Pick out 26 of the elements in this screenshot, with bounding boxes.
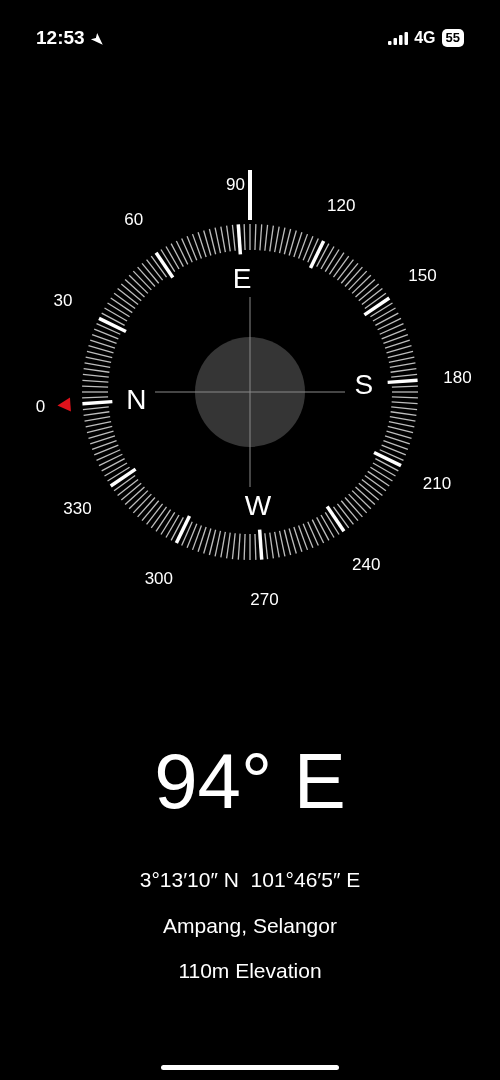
heading-indicator xyxy=(248,170,252,220)
heading-reading: 94° E xyxy=(154,736,346,826)
cardinal-letter: W xyxy=(244,490,272,522)
degree-label: 210 xyxy=(422,473,452,493)
cardinal-letter: E xyxy=(232,262,252,294)
degree-label: 0 xyxy=(35,397,46,417)
degree-label: 270 xyxy=(250,590,279,609)
degree-label: 90 xyxy=(226,175,245,194)
network-type: 4G xyxy=(414,28,436,48)
signal-icon xyxy=(388,31,409,45)
degree-label: 60 xyxy=(124,210,144,230)
degree-label: 180 xyxy=(443,368,472,387)
status-time: 12:53 xyxy=(36,25,85,50)
degree-label: 120 xyxy=(327,195,356,215)
cardinal-letter: N xyxy=(126,384,147,416)
place-name: Ampang, Selangor xyxy=(163,912,337,939)
cardinal-letter: S xyxy=(354,368,374,400)
battery-icon: 55 xyxy=(441,29,464,47)
degree-label: 30 xyxy=(53,291,73,311)
coordinates: 3°13′10″ N 101°46′5″ E xyxy=(139,867,361,893)
elevation: 110m Elevation xyxy=(178,958,322,984)
degree-label: 300 xyxy=(144,569,173,589)
north-marker-icon xyxy=(57,397,71,412)
degree-label: 150 xyxy=(408,266,437,286)
degree-label: 240 xyxy=(352,554,381,574)
degree-label: 330 xyxy=(63,498,92,518)
